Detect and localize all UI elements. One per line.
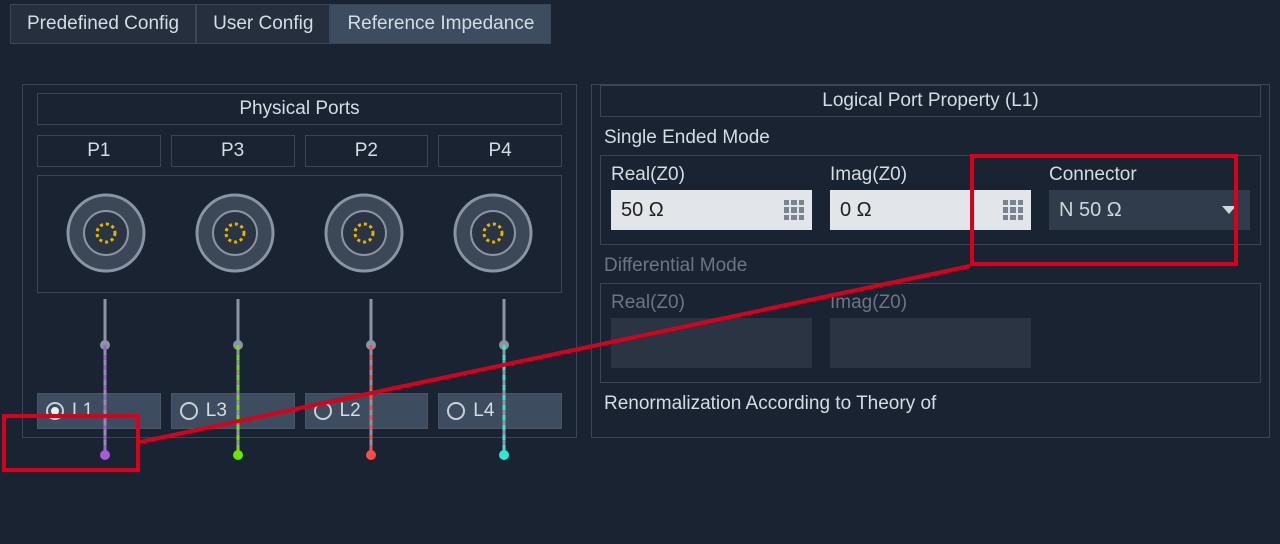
diff-real-z0-label: Real(Z0) [611, 292, 812, 314]
port-p3[interactable]: P3 [171, 135, 295, 167]
real-z0-label: Real(Z0) [611, 164, 812, 186]
logical-port-label: L3 [206, 400, 227, 422]
logical-port-l3[interactable]: L3 [171, 393, 295, 429]
connectors-box [37, 175, 562, 293]
tab-bar: Predefined Config User Config Reference … [0, 0, 1280, 44]
single-ended-mode-label: Single Ended Mode [592, 117, 1269, 155]
logical-port-l4[interactable]: L4 [438, 393, 562, 429]
radio-icon [447, 402, 465, 420]
real-z0-value: 50 Ω [621, 199, 664, 222]
connector-value: N 50 Ω [1059, 199, 1122, 222]
keypad-icon[interactable] [784, 200, 804, 220]
logical-port-property-panel: Logical Port Property (L1) Single Ended … [591, 84, 1270, 438]
radio-icon [314, 402, 332, 420]
real-z0-input[interactable]: 50 Ω [611, 190, 812, 230]
connector-icon[interactable] [175, 190, 294, 276]
port-p4[interactable]: P4 [438, 135, 562, 167]
physical-ports-row: P1 P3 P2 P4 [31, 125, 568, 167]
tab-reference-impedance[interactable]: Reference Impedance [330, 4, 551, 44]
connector-label: Connector [1049, 164, 1250, 186]
logical-port-l1[interactable]: L1 [37, 393, 161, 429]
imag-z0-input[interactable]: 0 Ω [830, 190, 1031, 230]
property-title: Logical Port Property (L1) [600, 85, 1261, 117]
connector-dropdown[interactable]: N 50 Ω [1049, 190, 1250, 230]
renormalization-label: Renormalization According to Theory of [592, 383, 1269, 421]
physical-ports-title: Physical Ports [37, 93, 562, 125]
logical-port-label: L2 [340, 400, 361, 422]
tab-user-config[interactable]: User Config [196, 4, 330, 44]
radio-icon [46, 402, 64, 420]
logical-port-l2[interactable]: L2 [305, 393, 429, 429]
logical-port-label: L1 [72, 400, 93, 422]
diff-imag-z0-input [830, 318, 1031, 368]
physical-ports-panel: Physical Ports P1 P3 P2 P4 [22, 84, 577, 438]
diff-real-z0-input [611, 318, 812, 368]
port-p2[interactable]: P2 [305, 135, 429, 167]
radio-icon [180, 402, 198, 420]
port-p1[interactable]: P1 [37, 135, 161, 167]
diff-imag-z0-label: Imag(Z0) [830, 292, 1031, 314]
logical-port-label: L4 [473, 400, 494, 422]
connector-icon[interactable] [46, 190, 165, 276]
imag-z0-label: Imag(Z0) [830, 164, 1031, 186]
keypad-icon[interactable] [1003, 200, 1023, 220]
connector-icon[interactable] [434, 190, 553, 276]
tab-predefined-config[interactable]: Predefined Config [10, 4, 196, 44]
differential-fields: Real(Z0) Imag(Z0) [600, 283, 1261, 383]
single-ended-fields: Real(Z0) 50 Ω Imag(Z0) 0 Ω Connector N 5… [600, 155, 1261, 245]
connector-icon[interactable] [305, 190, 424, 276]
differential-mode-label: Differential Mode [592, 245, 1269, 283]
imag-z0-value: 0 Ω [840, 199, 872, 222]
chevron-down-icon [1222, 206, 1236, 214]
logical-ports-row: L1 L3 L2 L4 [31, 393, 568, 429]
